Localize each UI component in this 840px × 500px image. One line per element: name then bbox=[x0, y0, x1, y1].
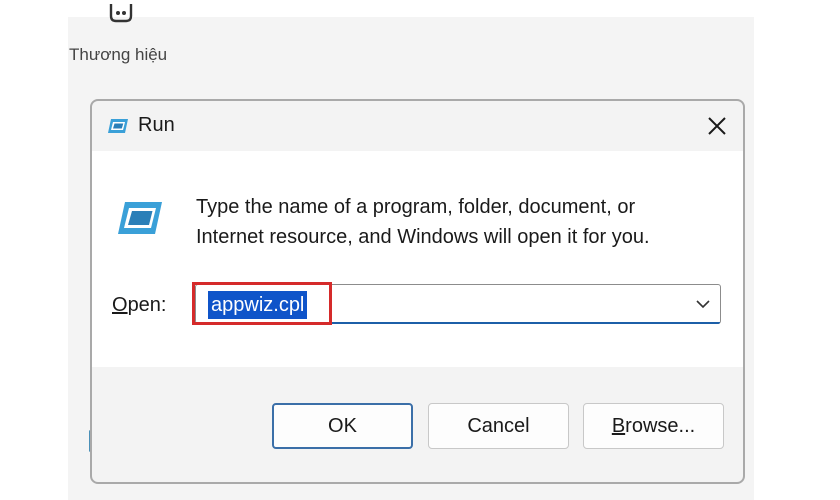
close-icon bbox=[708, 117, 726, 135]
ok-button[interactable]: OK bbox=[272, 403, 413, 449]
dialog-title: Run bbox=[138, 114, 175, 136]
browse-label: rowse... bbox=[625, 414, 696, 437]
ok-label: OK bbox=[328, 414, 357, 437]
open-dropdown-button[interactable] bbox=[692, 293, 714, 315]
open-label-mnemonic: O bbox=[112, 294, 128, 316]
dialog-description: Type the name of a program, folder, docu… bbox=[196, 192, 716, 252]
open-input-selected-text: appwiz.cpl bbox=[208, 291, 308, 319]
chevron-down-icon bbox=[696, 299, 710, 308]
cancel-label: Cancel bbox=[467, 414, 530, 437]
description-line-2: Internet resource, and Windows will open… bbox=[196, 226, 650, 248]
cancel-button[interactable]: Cancel bbox=[428, 403, 569, 449]
title-bar[interactable]: Run bbox=[92, 101, 743, 151]
focus-underline bbox=[196, 322, 720, 324]
run-dialog: Run Type the name of a program, folder, … bbox=[90, 99, 745, 484]
browse-button[interactable]: Browse... bbox=[583, 403, 724, 449]
dialog-content: Type the name of a program, folder, docu… bbox=[92, 151, 743, 367]
brand-icon bbox=[109, 4, 133, 23]
close-button[interactable] bbox=[701, 111, 733, 141]
description-line-1: Type the name of a program, folder, docu… bbox=[196, 196, 636, 218]
run-large-icon bbox=[118, 202, 162, 234]
open-label: Open: bbox=[112, 294, 167, 317]
browse-mnemonic: B bbox=[611, 414, 626, 437]
open-combobox[interactable]: appwiz.cpl bbox=[195, 284, 721, 324]
open-label-text: pen: bbox=[127, 294, 167, 316]
run-icon bbox=[108, 119, 128, 133]
brand-label[interactable]: Thương hiệu bbox=[69, 45, 167, 65]
